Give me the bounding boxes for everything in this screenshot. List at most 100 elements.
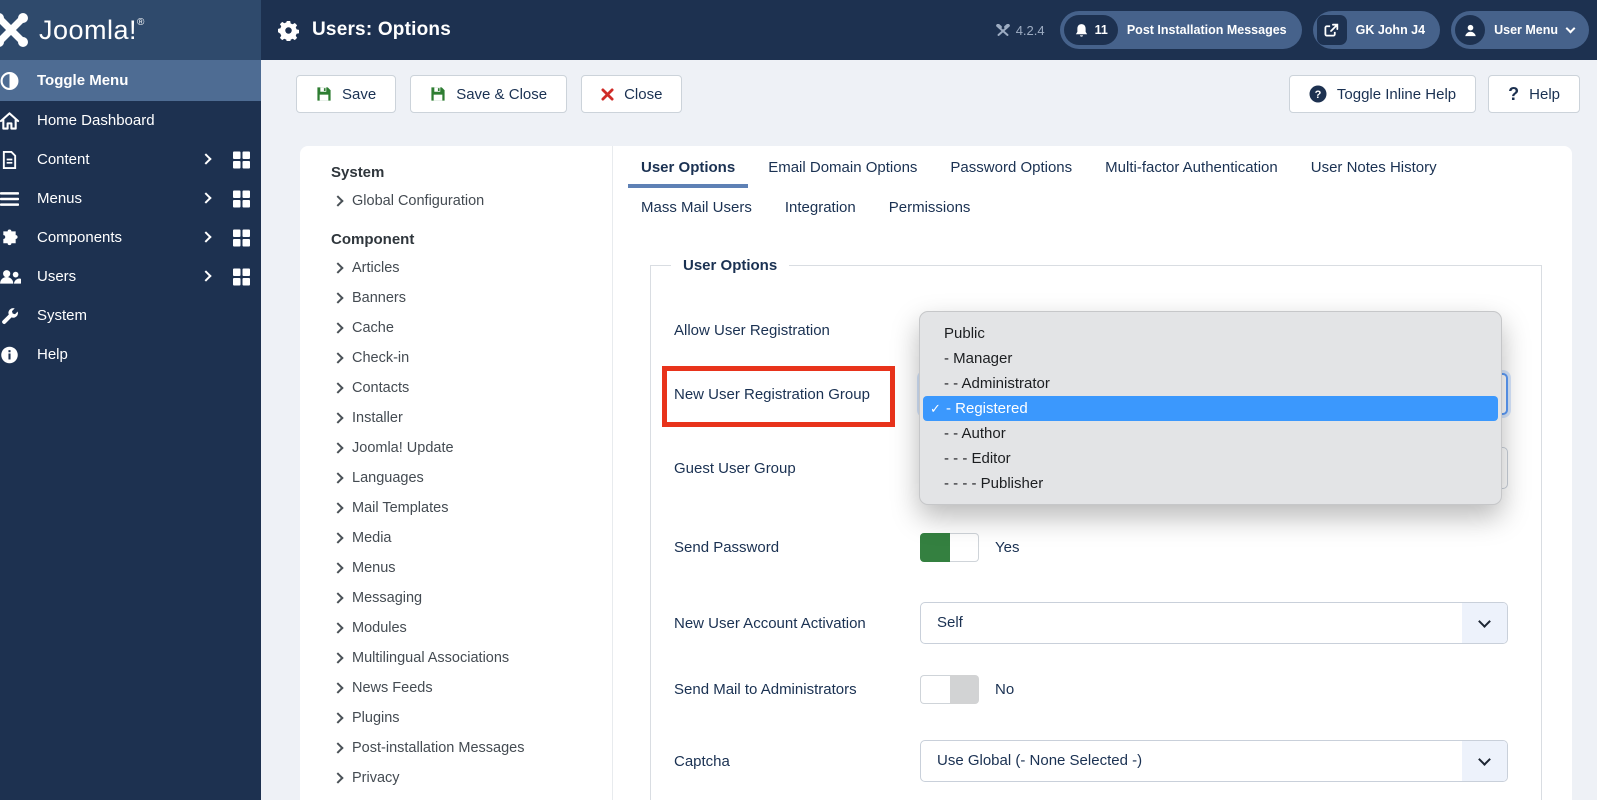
chevron-right-icon [332, 652, 344, 664]
toolbar: Save Save & Close Close ? Toggle Inline … [261, 60, 1597, 130]
tab-multi-factor-authentication[interactable]: Multi-factor Authentication [1092, 150, 1291, 188]
sidebar-item-label: Home Dashboard [37, 112, 155, 129]
tree-item-media[interactable]: Media [300, 523, 612, 553]
dropdown-option-administrator[interactable]: - - Administrator [920, 371, 1501, 396]
select-cap [1462, 603, 1507, 643]
tree-section-header-system: System [331, 164, 385, 181]
tree-item-multilingual-associations[interactable]: Multilingual Associations [300, 643, 612, 673]
home-icon [0, 111, 23, 130]
dropdown-option-manager[interactable]: - Manager [920, 346, 1501, 371]
messages-count-badge: 11 [1063, 15, 1118, 45]
sidebar-item-menus[interactable]: Menus [0, 179, 261, 218]
tree-item-privacy[interactable]: Privacy [300, 763, 612, 793]
tree-item-plugins[interactable]: Plugins [300, 703, 612, 733]
sidebar-item-home-dashboard[interactable]: Home Dashboard [0, 101, 261, 140]
select-value: Self [937, 614, 963, 631]
captcha-select[interactable]: Use Global (- None Selected -) [920, 740, 1508, 782]
tree-item-mail-templates[interactable]: Mail Templates [300, 493, 612, 523]
grid-icon[interactable] [233, 229, 250, 246]
chevron-right-icon [332, 382, 344, 394]
tree-item-global-configuration[interactable]: Global Configuration [300, 186, 612, 216]
sidebar-item-help[interactable]: Help [0, 335, 261, 374]
top-bar: Joomla! ® Users: Options 4.2.4 11 Post I… [0, 0, 1597, 60]
chevron-right-icon [332, 262, 344, 274]
chevron-right-icon [332, 592, 344, 604]
sidebar-item-users[interactable]: Users [0, 257, 261, 296]
new-user-account-activation-select[interactable]: Self [920, 602, 1508, 644]
tree-item-languages[interactable]: Languages [300, 463, 612, 493]
tree-item-news-feeds[interactable]: News Feeds [300, 673, 612, 703]
sidebar-item-label: Components [37, 229, 123, 246]
tab-user-notes-history[interactable]: User Notes History [1298, 150, 1450, 188]
dropdown-option-editor[interactable]: - - - Editor [920, 446, 1501, 471]
dropdown-option-public[interactable]: Public [920, 321, 1501, 346]
field-send-password: Send Password Yes [674, 525, 1508, 569]
user-menu-button[interactable]: User Menu [1451, 11, 1589, 49]
save-and-close-button[interactable]: Save & Close [410, 75, 568, 113]
field-label: Send Password [674, 538, 780, 556]
joomla-logo[interactable]: Joomla! ® [0, 0, 261, 60]
help-button[interactable]: ? Help [1488, 75, 1580, 113]
bell-icon [1075, 23, 1087, 37]
tree-item-post-installation-messages[interactable]: Post-installation Messages [300, 733, 612, 763]
options-tree-sidebar: System Global Configuration Component Ar… [300, 146, 613, 800]
sidebar-item-components[interactable]: Components [0, 218, 261, 257]
dropdown-option-author[interactable]: - - Author [920, 421, 1501, 446]
save-button[interactable]: Save [296, 75, 397, 113]
send-mail-to-administrators-toggle[interactable] [920, 674, 979, 704]
tree-item-menus[interactable]: Menus [300, 553, 612, 583]
grid-icon[interactable] [233, 268, 250, 285]
sidebar-item-toggle-menu[interactable]: Toggle Menu [0, 60, 261, 101]
tree-item-check-in[interactable]: Check-in [300, 343, 612, 373]
tab-user-options[interactable]: User Options [628, 150, 749, 188]
tree-item-banners[interactable]: Banners [300, 283, 612, 313]
tree-item-joomla-update[interactable]: Joomla! Update [300, 433, 612, 463]
tree-item-cache[interactable]: Cache [300, 313, 612, 343]
sidebar-item-label: Help [37, 346, 68, 363]
toggle-inline-help-label: Toggle Inline Help [1336, 85, 1457, 103]
fieldset-legend: User Options [683, 257, 778, 274]
account-button[interactable]: GK John J4 [1312, 11, 1441, 49]
tab-email-domain-options[interactable]: Email Domain Options [755, 150, 930, 188]
close-button[interactable]: Close [581, 75, 683, 113]
sidebar-item-content[interactable]: Content [0, 140, 261, 179]
dropdown-option-registered-selected[interactable]: ✓ - Registered [923, 396, 1498, 421]
help-label: Help [1529, 85, 1560, 103]
toggle-inline-help-button[interactable]: ? Toggle Inline Help [1288, 75, 1477, 113]
toggle-state-label: Yes [995, 538, 1020, 556]
tree-item-messaging[interactable]: Messaging [300, 583, 612, 613]
tree-item-articles[interactable]: Articles [300, 253, 612, 283]
sidebar-item-label: Toggle Menu [37, 72, 129, 89]
chevron-down-icon [1565, 23, 1576, 33]
chevron-right-icon [332, 195, 344, 207]
user-icon [1464, 24, 1476, 36]
chevron-right-icon [332, 622, 344, 634]
post-installation-messages-button[interactable]: 11 Post Installation Messages [1059, 11, 1302, 49]
tab-integration[interactable]: Integration [772, 190, 869, 228]
grid-icon[interactable] [233, 190, 250, 207]
tree-item-installer[interactable]: Installer [300, 403, 612, 433]
field-label: Captcha [674, 752, 730, 770]
tree-section-header-component: Component [331, 231, 415, 248]
close-label: Close [624, 85, 663, 103]
toolbar-left-group: Save Save & Close Close [296, 75, 683, 113]
document-icon [0, 150, 23, 169]
tabs-row-1: User Options Email Domain Options Passwo… [613, 150, 1572, 188]
info-icon [0, 345, 23, 364]
chevron-right-icon [332, 502, 344, 514]
page-title: Users: Options [312, 19, 451, 40]
version-icon [995, 23, 1010, 36]
tree-item-contacts[interactable]: Contacts [300, 373, 612, 403]
wrench-icon [0, 306, 23, 325]
tree-item-modules[interactable]: Modules [300, 613, 612, 643]
tab-mass-mail-users[interactable]: Mass Mail Users [628, 190, 765, 228]
send-password-toggle[interactable] [920, 532, 979, 562]
field-send-mail-to-administrators: Send Mail to Administrators No [674, 667, 1508, 711]
grid-icon[interactable] [233, 151, 250, 168]
messages-count: 11 [1094, 23, 1108, 37]
sidebar-item-system[interactable]: System [0, 296, 261, 335]
tab-permissions[interactable]: Permissions [876, 190, 984, 228]
close-icon [601, 87, 614, 101]
tab-password-options[interactable]: Password Options [937, 150, 1085, 188]
dropdown-option-publisher[interactable]: - - - - Publisher [920, 471, 1501, 496]
